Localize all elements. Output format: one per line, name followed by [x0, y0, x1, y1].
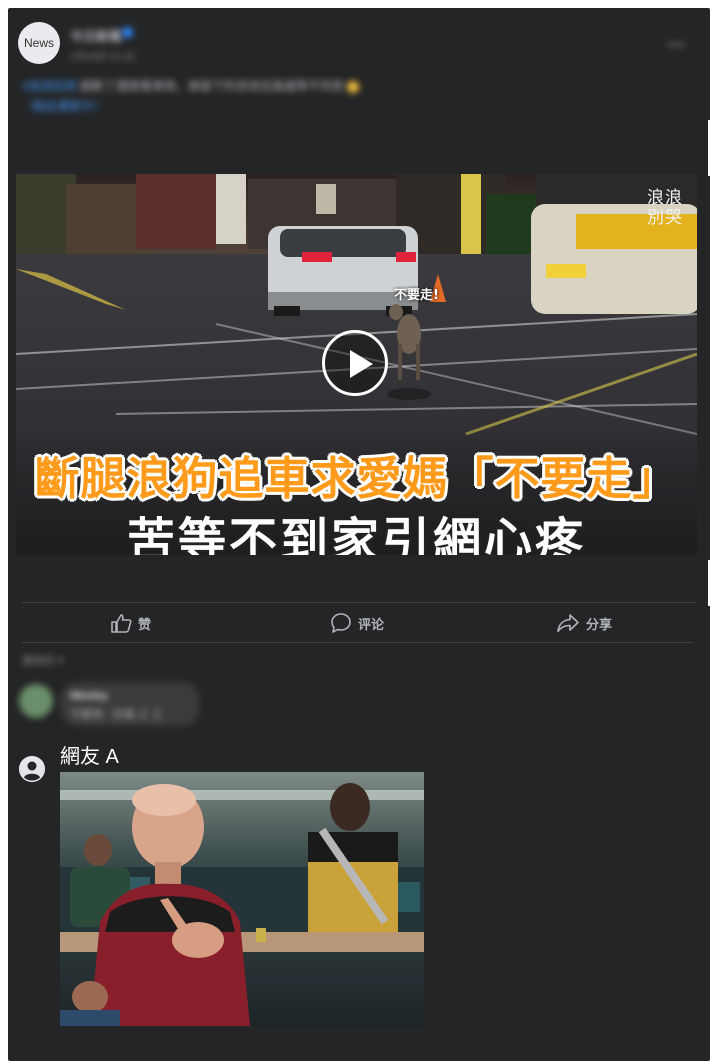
post-hashtag[interactable]: #浪浪別哭	[22, 79, 77, 93]
page-name[interactable]: 今日新聞	[70, 26, 122, 45]
verified-badge-icon	[122, 27, 133, 38]
comment-author[interactable]: Wesley	[70, 690, 108, 702]
commenter-name[interactable]: 網友 A	[60, 740, 119, 769]
speech-label: 不要走!	[394, 288, 439, 303]
comment-image[interactable]	[60, 772, 424, 1026]
divider-bottom	[22, 642, 693, 643]
thumbs-up-icon	[111, 614, 132, 633]
video-player[interactable]: 浪浪 別哭 不要走! 斷腿浪狗追車求愛媽「不要走」 苦等不到家引網心疼	[16, 174, 697, 555]
edge-notch	[708, 560, 717, 606]
emoji-icon	[347, 80, 360, 93]
page-avatar[interactable]: News	[18, 22, 60, 64]
person-icon	[19, 756, 45, 782]
like-label: 赞	[138, 616, 152, 632]
post-timestamp[interactable]: 1月18日 21:43	[70, 48, 135, 63]
comment-bubble-icon	[331, 613, 351, 633]
like-button[interactable]: 赞	[110, 610, 151, 636]
post-body: 腿斷了還跟著車跑，被留下的浪浪在路邊等不到家	[80, 79, 345, 93]
brand-watermark: 浪浪 別哭	[647, 188, 683, 228]
comment-text: 不要哭 · 好痛 工 工	[70, 709, 163, 721]
more-dots-icon[interactable]: •••	[668, 36, 686, 52]
share-label: 分享	[586, 616, 613, 632]
edge-notch	[0, 800, 8, 830]
divider-top	[22, 602, 697, 603]
share-button[interactable]: 分享	[556, 610, 612, 636]
video-headline-line1: 斷腿浪狗追車求愛媽「不要走」	[34, 452, 679, 505]
play-button[interactable]	[322, 330, 388, 396]
comment-sort-dropdown[interactable]: 最相关 ▾	[22, 652, 64, 668]
edge-notch	[0, 596, 8, 646]
comment-bubble: Wesley 不要哭 · 好痛 工 工	[60, 682, 200, 726]
video-headline-line2: 苦等不到家引網心疼	[126, 513, 586, 555]
edge-notch	[0, 120, 8, 176]
edge-notch	[708, 120, 717, 176]
comment-label: 评论	[358, 616, 385, 632]
comment-button[interactable]: 评论	[330, 610, 384, 636]
post-link[interactable]: （點此看影片）	[22, 99, 106, 113]
meme-image	[60, 772, 424, 1026]
post-text: #浪浪別哭 腿斷了還跟著車跑，被留下的浪浪在路邊等不到家 （點此看影片）	[22, 76, 542, 116]
share-arrow-icon	[557, 614, 579, 633]
commenter-avatar[interactable]	[19, 684, 53, 718]
user-avatar-icon[interactable]	[19, 756, 45, 782]
